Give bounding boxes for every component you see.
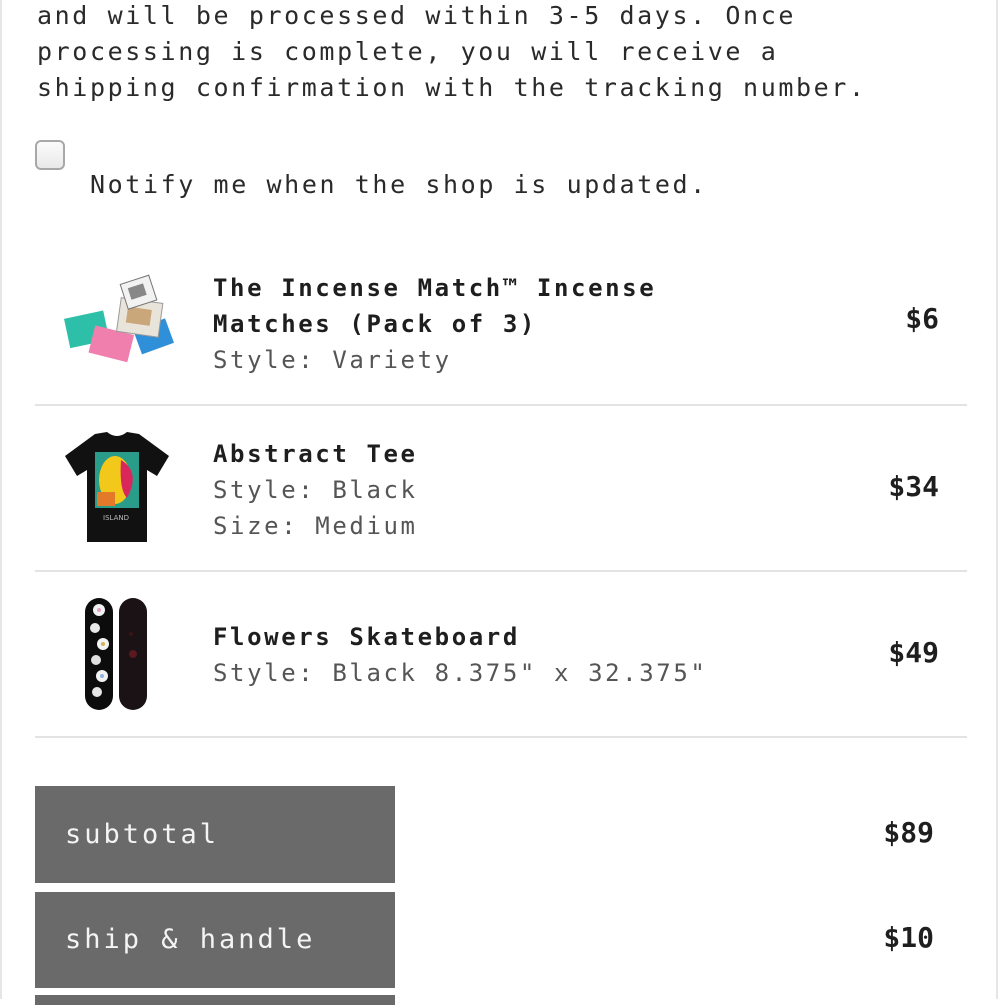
notify-label[interactable]: Notify me when the shop is updated. <box>90 170 708 199</box>
item-name: The Incense Match™ Incense <box>213 274 657 302</box>
notify-checkbox[interactable] <box>35 140 65 170</box>
black-tshirt-thumbnail: ISLAND <box>57 428 177 548</box>
item-price: $49 <box>888 636 939 669</box>
item-size: Size: Medium <box>213 512 418 540</box>
skateboard-thumbnail <box>57 594 177 714</box>
cart-item: Flowers Skateboard Style: Black 8.375" x… <box>35 572 967 738</box>
next-summary-row <box>35 995 395 1005</box>
subtotal-label: subtotal <box>35 786 395 883</box>
cart-item: ISLAND Abstract Tee Style: Black Size: M… <box>35 406 967 572</box>
item-name-continued: Matches (Pack of 3) <box>213 310 537 338</box>
incense-matches-thumbnail <box>57 260 177 380</box>
item-price: $34 <box>888 470 939 503</box>
svg-text:ISLAND: ISLAND <box>103 514 129 522</box>
shipping-info-text: and will be processed within 3-5 days. O… <box>37 1 867 102</box>
item-style: Style: Variety <box>213 346 452 374</box>
item-details: The Incense Match™ Incense Matches (Pack… <box>213 270 773 378</box>
item-style: Style: Black 8.375" x 32.375" <box>213 659 708 687</box>
item-details: Flowers Skateboard Style: Black 8.375" x… <box>213 619 773 691</box>
item-name: Abstract Tee <box>213 440 418 468</box>
item-name: Flowers Skateboard <box>213 623 520 651</box>
checkout-panel: and will be processed within 3-5 days. O… <box>0 0 998 1005</box>
item-price: $6 <box>905 302 939 335</box>
subtotal-value: $89 <box>883 816 934 849</box>
cart-item: The Incense Match™ Incense Matches (Pack… <box>35 240 967 406</box>
shipping-value: $10 <box>883 921 934 954</box>
item-style: Style: Black <box>213 476 418 504</box>
item-details: Abstract Tee Style: Black Size: Medium <box>213 436 773 544</box>
shipping-label: ship & handle <box>35 892 395 988</box>
